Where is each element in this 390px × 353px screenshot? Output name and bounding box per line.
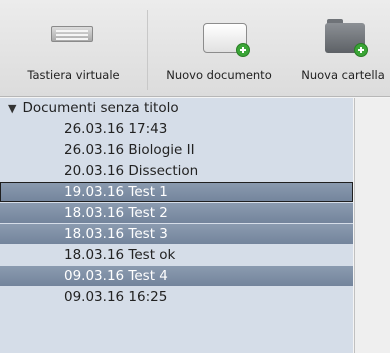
plus-badge-icon xyxy=(354,43,368,57)
plus-badge-icon xyxy=(236,43,250,57)
content-pane xyxy=(354,98,390,353)
document-list-item[interactable]: 26.03.16 Biologie II xyxy=(0,140,353,160)
document-group-label: Documenti senza titolo xyxy=(22,100,179,116)
keyboard-icon xyxy=(51,26,93,42)
document-list-item[interactable]: 18.03.16 Test ok xyxy=(0,245,353,265)
document-list-item[interactable]: 26.03.16 17:43 xyxy=(0,119,353,139)
new-document-icon xyxy=(203,23,250,57)
virtual-keyboard-label: Tastiera virtuale xyxy=(27,68,120,82)
document-list-item[interactable]: 18.03.16 Test 2 xyxy=(0,203,353,223)
new-folder-label: Nuova cartella xyxy=(301,68,385,82)
document-list-item[interactable]: 09.03.16 Test 4 xyxy=(0,266,353,286)
document-sidebar: ▼ Documenti senza titolo 26.03.16 17:43 26… xyxy=(0,98,353,353)
toolbar: Tastiera virtuale Nuovo documento Nuova … xyxy=(0,0,390,97)
document-list-item[interactable]: 09.03.16 16:25 xyxy=(0,287,353,307)
document-list-item[interactable]: 18.03.16 Test 3 xyxy=(0,224,353,244)
virtual-keyboard-button[interactable]: Tastiera virtuale xyxy=(0,0,147,97)
disclosure-triangle-icon[interactable]: ▼ xyxy=(8,102,16,115)
document-group-header[interactable]: ▼ Documenti senza titolo xyxy=(0,98,353,118)
new-folder-icon xyxy=(325,19,368,57)
new-document-label: Nuovo documento xyxy=(166,68,272,82)
document-list-item[interactable]: 19.03.16 Test 1 xyxy=(0,182,353,202)
document-list-item[interactable]: 20.03.16 Dissection xyxy=(0,161,353,181)
